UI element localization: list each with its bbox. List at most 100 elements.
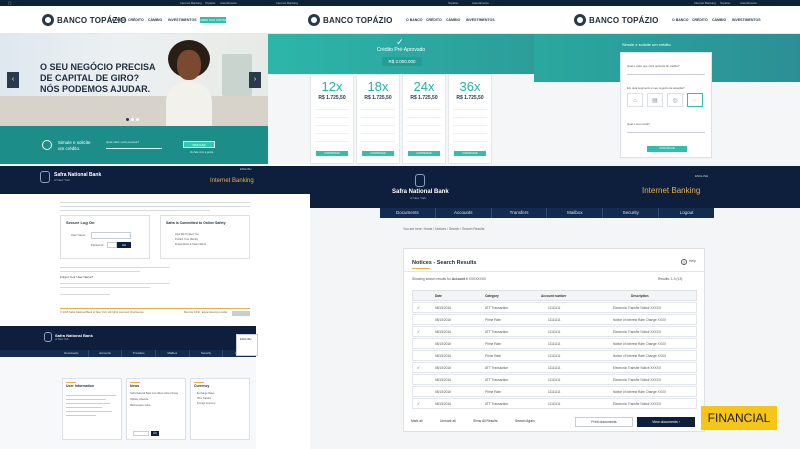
mark-all-link[interactable]: Mark all bbox=[411, 419, 423, 424]
login-go-button[interactable]: GO bbox=[117, 242, 131, 248]
news-item[interactable]: Holiday schedule bbox=[130, 398, 148, 402]
breadcrumb[interactable]: You are here: Home / Notices / Search / … bbox=[403, 227, 484, 232]
table-row[interactable]: ✓ 08/15/2016 ATT Transaction 11111111 Electr… bbox=[412, 302, 697, 313]
nav-mailbox-2[interactable]: Mailbox bbox=[156, 350, 190, 357]
segment-cart-icon[interactable]: ⌂ bbox=[627, 93, 643, 107]
currency-item[interactable]: Exchange Rates bbox=[197, 392, 215, 396]
table-row[interactable]: 08/15/2016 ATT Transaction 11111111 Electro… bbox=[412, 374, 697, 385]
col-account[interactable]: Account number bbox=[541, 291, 566, 301]
plan-card-36[interactable]: 36x R$ 1.725,50 CONTRATAR bbox=[448, 74, 492, 164]
empty-checkbox[interactable] bbox=[417, 341, 422, 346]
abra-conta-button[interactable]: ABRA SUA CONTA bbox=[200, 17, 226, 23]
carousel-prev-icon[interactable]: ‹ bbox=[7, 72, 19, 88]
nav-o-banco[interactable]: O BANCO bbox=[108, 18, 125, 22]
row-description[interactable]: Notice of Interest Rate Change XXXX bbox=[613, 387, 666, 397]
language-selector[interactable]: ENGLISH bbox=[240, 168, 251, 172]
carousel-next-icon[interactable]: › bbox=[249, 72, 261, 88]
col-category[interactable]: Category bbox=[485, 291, 499, 301]
help-link[interactable]: Help bbox=[689, 259, 696, 264]
nav-transfers[interactable]: Transfers bbox=[492, 208, 548, 218]
nav-documents-2[interactable]: Documents bbox=[55, 350, 89, 357]
row-description[interactable]: Notice of Interest Rate Change XXXX bbox=[613, 315, 666, 325]
nav-accounts-2[interactable]: Accounts bbox=[89, 350, 123, 357]
password-input[interactable] bbox=[107, 242, 117, 248]
nav-credito-3[interactable]: CRÉDITO bbox=[692, 18, 708, 22]
banco-logo-2[interactable]: BANCO TOPÁZIO bbox=[308, 14, 393, 26]
row-description[interactable]: Electronic Transfer Notice XXXXX bbox=[613, 399, 661, 409]
segment-other-icon[interactable]: ⋯ bbox=[687, 93, 703, 107]
col-date[interactable]: Date bbox=[435, 291, 442, 301]
contratar-button[interactable]: CONTRATAR bbox=[316, 151, 348, 156]
contratar-button[interactable]: CONTRATAR bbox=[362, 151, 394, 156]
view-documents-button[interactable]: View documents › bbox=[637, 417, 695, 427]
table-row[interactable]: 08/15/2016 Prime Rate 11111111 Notice of In… bbox=[412, 314, 697, 325]
nav-cambio-2[interactable]: CÂMBIO bbox=[446, 18, 460, 22]
table-row[interactable]: ✓ 08/15/2016 ATT Transaction 11111111 Electr… bbox=[412, 326, 697, 337]
tip-link[interactable]: Protect Your Identity bbox=[175, 238, 198, 242]
nav-cambio-3[interactable]: CÂMBIO bbox=[712, 18, 726, 22]
empty-checkbox[interactable] bbox=[417, 389, 422, 394]
search-again-link[interactable]: Search Again bbox=[515, 419, 535, 424]
fale-conosco-link[interactable]: Ou fale com a gente bbox=[190, 151, 213, 155]
row-description[interactable]: Electronic Transfer Notice XXXXX bbox=[613, 375, 661, 385]
form-email-input[interactable] bbox=[627, 132, 705, 133]
segment-industry-icon[interactable]: ▤ bbox=[647, 93, 663, 107]
checkmark-icon[interactable]: ✓ bbox=[417, 329, 422, 334]
empty-checkbox[interactable] bbox=[417, 353, 422, 358]
nav-transfers-2[interactable]: Transfers bbox=[122, 350, 157, 357]
news-item[interactable]: Safra National Bank now offers online bi… bbox=[130, 392, 178, 396]
row-description[interactable]: Electronic Transfer Notice XXXXX bbox=[613, 303, 661, 313]
table-row[interactable]: 08/15/2016 Prime Rate 11111111 Notice of In… bbox=[412, 386, 697, 397]
nav-investimentos[interactable]: INVESTIMENTOS bbox=[168, 18, 197, 22]
nav-investimentos-3[interactable]: INVESTIMENTOS bbox=[732, 18, 761, 22]
empty-checkbox[interactable] bbox=[417, 377, 422, 382]
nav-mailbox[interactable]: Mailbox bbox=[547, 208, 604, 218]
currency-item[interactable]: Foreign Currency bbox=[197, 402, 215, 406]
contratar-button[interactable]: CONTRATAR bbox=[408, 151, 440, 156]
news-item[interactable]: Maintenance notice bbox=[130, 404, 151, 408]
nav-credito-2[interactable]: CRÉDITO bbox=[426, 18, 442, 22]
table-row[interactable]: 08/15/2016 Prime Rate 11111111 Notice of In… bbox=[412, 338, 697, 349]
forgot-username-link[interactable]: Forgot Your User Name? bbox=[60, 275, 93, 279]
table-row[interactable]: ✓ 08/15/2016 ATT Transaction 11111111 Electr… bbox=[412, 362, 697, 373]
checkmark-icon[interactable]: ✓ bbox=[417, 305, 422, 310]
table-row[interactable]: 08/15/2016 Prime Rate 11111111 Notice of In… bbox=[412, 350, 697, 361]
row-description[interactable]: Electronic Transfer Notice XXXXX bbox=[613, 363, 661, 373]
row-description[interactable]: Notice of Interest Rate Change XXXX bbox=[613, 339, 666, 349]
help-icon[interactable]: ? bbox=[681, 259, 687, 265]
language-selector-3[interactable]: ENGLISH bbox=[695, 174, 708, 178]
form-value-input[interactable] bbox=[627, 74, 705, 75]
nav-documents[interactable]: Documents bbox=[380, 208, 436, 218]
nav-credito[interactable]: CRÉDITO bbox=[128, 18, 144, 22]
nav-o-banco-2[interactable]: O BANCO bbox=[406, 18, 423, 22]
news-select[interactable] bbox=[133, 431, 149, 436]
contratar-button[interactable]: CONTRATAR bbox=[454, 151, 486, 156]
continuar-button[interactable]: CONTINUAR bbox=[647, 146, 687, 152]
segment-service-icon[interactable]: ◎ bbox=[667, 93, 683, 107]
simular-button[interactable]: SIMULAR bbox=[183, 141, 215, 148]
simule-input[interactable] bbox=[106, 148, 162, 149]
lang-dropdown[interactable]: ENGLISH bbox=[236, 334, 258, 356]
currency-item[interactable]: Wire Transfer bbox=[197, 397, 211, 401]
nav-security-2[interactable]: Security bbox=[190, 350, 224, 357]
tip-link[interactable]: How We Protect You bbox=[175, 233, 199, 237]
nav-accounts[interactable]: Accounts bbox=[436, 208, 492, 218]
news-go-button[interactable]: GO bbox=[151, 431, 159, 436]
checkmark-icon[interactable]: ✓ bbox=[417, 401, 422, 406]
plan-card-24[interactable]: 24x R$ 1.725,50 CONTRATAR bbox=[402, 74, 446, 164]
row-description[interactable]: Notice of Interest Rate Change XXXX bbox=[613, 351, 666, 361]
show-all-link[interactable]: Show All Results bbox=[473, 419, 498, 424]
tip-link[interactable]: Fraud Alerts & Scam Alerts bbox=[175, 243, 206, 247]
table-row[interactable]: ✓ 08/15/2016 ATT Transaction 11111111 Electr… bbox=[412, 398, 697, 409]
nav-cambio[interactable]: CÂMBIO bbox=[148, 18, 162, 22]
plan-card-12[interactable]: 12x R$ 1.725,50 CONTRATAR bbox=[310, 74, 354, 164]
carousel-dots[interactable] bbox=[126, 118, 139, 121]
col-description[interactable]: Description bbox=[631, 291, 649, 301]
username-input[interactable] bbox=[91, 232, 131, 239]
plan-card-18[interactable]: 18x R$ 1.725,50 CONTRATAR bbox=[356, 74, 400, 164]
checkmark-icon[interactable]: ✓ bbox=[417, 365, 422, 370]
row-description[interactable]: Electronic Transfer Notice XXXXX bbox=[613, 327, 661, 337]
nav-security[interactable]: Security bbox=[603, 208, 660, 218]
nav-o-banco-3[interactable]: O BANCO bbox=[672, 18, 689, 22]
nav-investimentos-2[interactable]: INVESTIMENTOS bbox=[466, 18, 495, 22]
